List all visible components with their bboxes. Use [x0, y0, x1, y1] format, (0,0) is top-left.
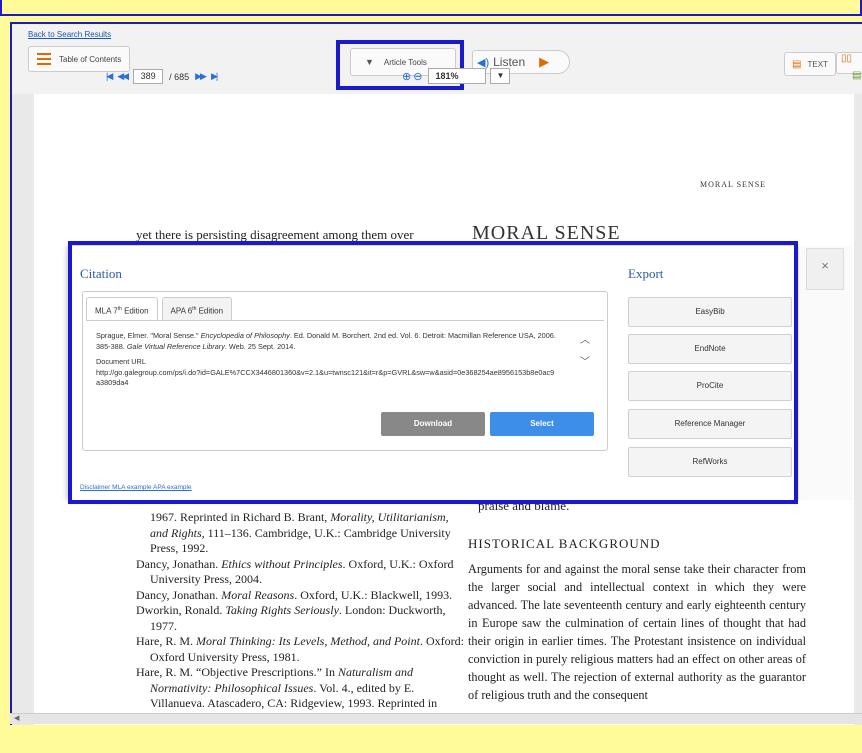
text-label: TEXT — [807, 59, 828, 69]
tab-mla[interactable]: MLA 7th Edition — [86, 297, 158, 320]
next-page-icon[interactable]: ▶▶ — [195, 71, 207, 82]
tab-divider — [86, 320, 604, 321]
listen-label: Listen — [493, 55, 526, 69]
citation-heading: Citation — [80, 266, 122, 281]
toc-label: Table of Contents — [59, 54, 122, 64]
top-highlight-strip — [0, 0, 862, 16]
bibliography-entry: Dancy, Jonathan. Ethics without Principl… — [136, 556, 454, 587]
export-reference-manager-button[interactable]: Reference Manager — [628, 409, 792, 439]
first-page-icon[interactable]: |◀ — [106, 71, 113, 82]
export-easybib-button[interactable]: EasyBib — [628, 297, 792, 327]
export-endnote-button[interactable]: EndNote — [628, 334, 792, 364]
bibliography-entry: Hare, R. M. “Objective Prescriptions.” I… — [136, 665, 438, 710]
list-icon — [37, 53, 51, 65]
document-icon: ▤ — [792, 58, 802, 70]
close-dialog-button[interactable]: × — [806, 248, 844, 290]
bibliography-entry: Dworkin, Ronald. Taking Rights Seriously… — [136, 603, 446, 633]
export-heading: Export — [628, 266, 664, 281]
citation-scroll[interactable]: ︿ ﹀ — [580, 330, 590, 374]
running-head: MORAL SENSE — [700, 180, 767, 189]
previous-page-icon[interactable]: ◀◀ — [117, 71, 129, 82]
bibliography-entry: Dancy, Jonathan. Moral Reasons. Oxford, … — [136, 587, 453, 602]
text-view-button[interactable]: ▤ TEXT — [784, 52, 836, 76]
citation-text[interactable]: Sprague, Elmer. "Moral Sense." Encyclope… — [96, 331, 556, 389]
page-navigator: |◀ ◀◀ 389 / 685 ▶▶ ▶| — [106, 69, 222, 84]
scroll-left-icon[interactable]: ◀ — [14, 714, 19, 722]
zoom-value[interactable]: 181% — [428, 68, 487, 84]
page-number-input[interactable]: 389 — [133, 69, 164, 84]
chevron-down-icon[interactable]: ﹀ — [580, 352, 590, 374]
total-pages: / 685 — [169, 71, 190, 82]
document-url-label: Document URL — [96, 357, 146, 366]
apa-example-link[interactable]: APA example — [153, 484, 192, 491]
export-refworks-button[interactable]: RefWorks — [628, 447, 792, 477]
horizontal-scrollbar[interactable]: ◀ — [10, 713, 862, 724]
play-icon: ▶ — [539, 54, 550, 69]
speaker-icon: ◀) — [477, 56, 490, 69]
mla-example-link[interactable]: MLA example — [112, 484, 151, 491]
last-page-icon[interactable]: ▶| — [211, 71, 218, 82]
chevron-up-icon[interactable]: ︿ — [580, 330, 590, 352]
select-button[interactable]: Select — [490, 412, 594, 436]
document-url: http://go.galegroup.com/ps/i.do?id=GALE%… — [96, 367, 555, 388]
tab-apa[interactable]: APA 6th Edition — [161, 297, 233, 320]
book-icon: ▯▯ — [841, 53, 853, 64]
disclaimer-link[interactable]: Disclaimer — [80, 484, 110, 491]
viewer-toolbar: Back to Search Results Table of Contents… — [12, 24, 862, 95]
export-procite-button[interactable]: ProCite — [628, 371, 792, 401]
back-to-results-link[interactable]: Back to Search Results — [28, 30, 111, 39]
zoom-dropdown-icon[interactable]: ▼ — [490, 68, 511, 84]
zoom-controls: ⊕ ⊖ 181% ▼ — [402, 68, 511, 84]
dialog-footer-links: Disclaimer MLA example APA example — [80, 484, 192, 491]
citation-style-tabs: MLA 7th Edition APA 6th Edition — [86, 297, 236, 320]
section-paragraph: Arguments for and against the moral sens… — [468, 562, 806, 702]
zoom-out-icon[interactable]: ⊖ — [413, 70, 422, 83]
print-icon[interactable]: ▤ — [852, 70, 861, 81]
bibliography-entry: Hare, R. M. Moral Thinking: Its Levels, … — [136, 634, 464, 664]
section-heading: HISTORICAL BACKGROUND — [468, 536, 661, 551]
bibliography-entry: 1967. Reprinted in Richard B. Brant, Mor… — [150, 510, 451, 555]
download-button[interactable]: Download — [381, 412, 485, 436]
bibliography-list: 1967. Reprinted in Richard B. Brant, Mor… — [136, 510, 466, 712]
zoom-in-icon[interactable]: ⊕ — [402, 70, 411, 83]
